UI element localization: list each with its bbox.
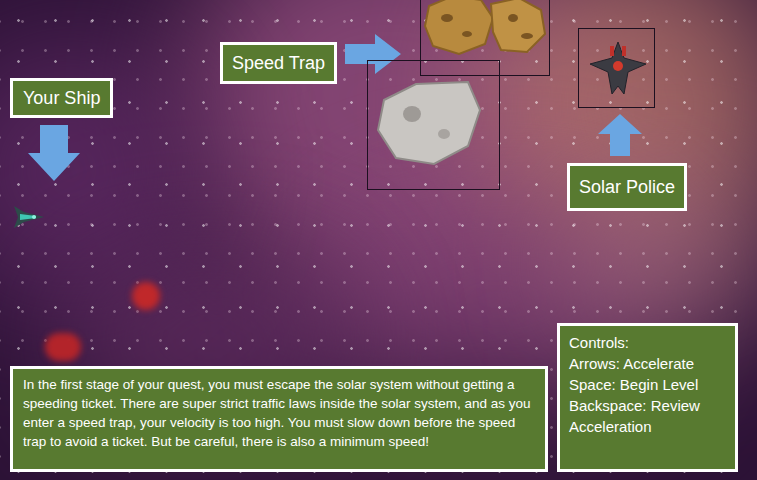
control-item: Space: Begin Level: [569, 374, 726, 395]
player-ship-icon: [10, 202, 46, 232]
red-nebula: [45, 333, 81, 361]
asteroid-icon: [423, 0, 547, 56]
controls-list: Arrows: AccelerateSpace: Begin LevelBack…: [569, 353, 726, 437]
solar-police-label: Solar Police: [567, 163, 687, 211]
arrow-up-icon: [598, 114, 642, 156]
instructions-text: In the first stage of your quest, you mu…: [23, 375, 535, 451]
controls-panel: Controls: Arrows: AccelerateSpace: Begin…: [557, 323, 738, 472]
speed-trap-label: Speed Trap: [220, 42, 337, 84]
red-nebula: [132, 282, 160, 310]
your-ship-label: Your Ship: [10, 78, 113, 118]
controls-title: Controls:: [569, 332, 726, 353]
game-canvas: Your Ship Speed Trap Solar Police: [0, 0, 757, 480]
arrow-right-icon: [345, 34, 401, 74]
arrow-down-icon: [28, 125, 80, 181]
control-item: Backspace: Review Acceleration: [569, 395, 726, 437]
instructions-panel: In the first stage of your quest, you mu…: [10, 366, 548, 472]
control-item: Arrows: Accelerate: [569, 353, 726, 374]
police-ship-icon: [588, 38, 648, 100]
asteroid-icon: [376, 80, 482, 166]
